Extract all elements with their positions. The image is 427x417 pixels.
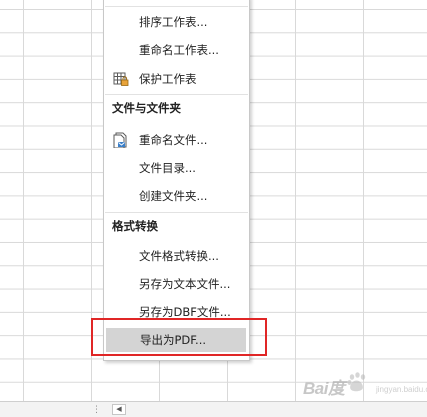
baidu-watermark: Bai度 jingyan.baidu.com [300, 368, 427, 402]
menu-item-label: 重命名文件... [139, 133, 208, 147]
menu-separator [105, 6, 248, 7]
menu-item-format-convert[interactable]: 文件格式转换... [105, 244, 248, 268]
menu-item-label: 排序工作表... [139, 15, 208, 29]
menu-item-rename-sheet[interactable]: 重命名工作表... [105, 38, 248, 62]
menu-item-label: 另存为文本文件... [139, 277, 231, 291]
menu-item-create-folder[interactable]: 创建文件夹... [105, 184, 248, 208]
section-header-convert: 格式转换 [112, 219, 158, 233]
menu-item-label: 文件格式转换... [139, 249, 219, 263]
menu-item-protect-sheet[interactable]: 保护工作表 [105, 67, 248, 91]
menu-item-save-as-text[interactable]: 另存为文本文件... [105, 272, 248, 296]
menu-item-label: 创建文件夹... [139, 189, 208, 203]
menu-separator [105, 94, 248, 95]
menu-item-file-directory[interactable]: 文件目录... [105, 156, 248, 180]
menu-item-label: 重命名工作表... [139, 43, 219, 57]
protect-sheet-icon [113, 72, 129, 86]
scroll-left-button[interactable]: ◀ [112, 404, 126, 415]
watermark-brand: Bai度 [303, 379, 345, 398]
highlight-annotation-box [91, 318, 267, 356]
tab-splitter-grip[interactable]: ⋮ [92, 405, 101, 415]
section-header-files: 文件与文件夹 [112, 101, 181, 115]
menu-item-rename-file[interactable]: 重命名文件... [105, 128, 248, 152]
menu-item-label: 文件目录... [139, 161, 196, 175]
menu-separator [105, 212, 248, 213]
scroll-left-icon: ◀ [116, 405, 122, 413]
menu-item-label: 保护工作表 [139, 72, 197, 86]
context-menu: 排序工作表... 重命名工作表... 保护工作表 文件与文件夹 重命名文件...… [103, 0, 250, 361]
watermark-sub: jingyan.baidu.com [376, 385, 427, 394]
rename-file-icon [113, 132, 127, 148]
sheet-tab-bar: ⋮ ◀ [0, 401, 427, 417]
menu-item-label: 另存为DBF文件... [139, 305, 231, 319]
menu-item-sort-sheets[interactable]: 排序工作表... [105, 10, 248, 34]
